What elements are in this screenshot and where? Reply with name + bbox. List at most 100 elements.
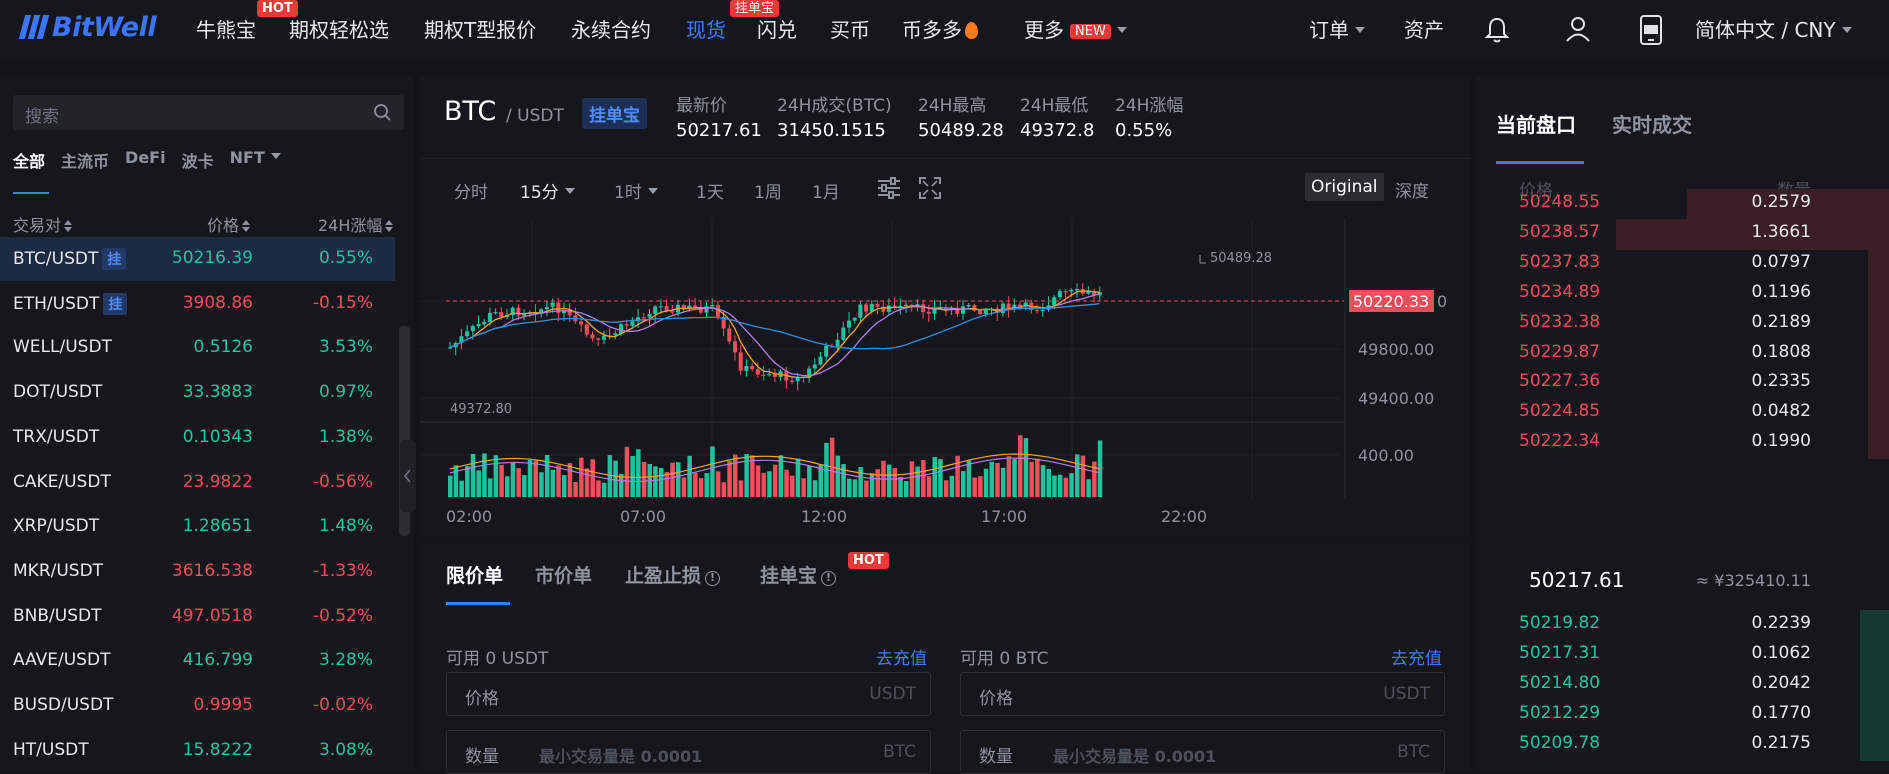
flame-icon (965, 22, 978, 39)
x-tick-label: 07:00 (620, 507, 666, 526)
pair-symbol: BNB/USDT (13, 606, 101, 626)
volume-bar (493, 455, 499, 497)
candlestick-chart[interactable]: 50220.33 0 49800.00 49400.00 400.00 02:0… (420, 159, 1470, 537)
tab-market-order[interactable]: 市价单 (535, 561, 592, 588)
nav-item-perpetual[interactable]: 永续合约 (571, 17, 651, 43)
pair-row[interactable]: XRP/USDT 1.28651 1.48% (0, 505, 395, 549)
high-price-label: 50489.28 (1210, 251, 1272, 266)
nav-item-spot[interactable]: 现货 (686, 17, 726, 43)
user-icon[interactable] (1565, 15, 1591, 43)
pair-row[interactable]: WELL/USDT 0.5126 3.53% (0, 326, 395, 370)
volume-bar (459, 480, 464, 497)
nft-label: NFT (229, 148, 265, 167)
pair-symbol: ETH/USDT 挂 (13, 292, 128, 315)
pair-change: -0.56% (312, 471, 373, 492)
x-tick-label: 17:00 (981, 507, 1027, 526)
stat-24h-volume: 24H成交(BTC) 31450.1515 (777, 91, 892, 141)
sell-price-input[interactable]: 价格 USDT (960, 672, 1445, 716)
bid-quantity: 0.2175 (1751, 733, 1811, 753)
buy-available: 可用 0 USDT (446, 649, 549, 669)
nav-item-options-easy[interactable]: 期权轻松选 (289, 17, 389, 43)
language-currency-selector[interactable]: 简体中文 / CNY (1695, 17, 1852, 43)
pair-price: 0.10343 (182, 426, 253, 447)
buy-deposit-link[interactable]: 去充值 (876, 644, 927, 669)
nav-item-biduoduo[interactable]: 币多多 (902, 17, 978, 43)
tab-defi[interactable]: DeFi (125, 148, 166, 172)
pair-symbol-text: WELL/USDT (13, 337, 112, 358)
pair-symbol-text: XRP/USDT (13, 516, 100, 537)
help-icon[interactable]: ! (821, 571, 837, 586)
tab-polkadot[interactable]: 波卡 (182, 148, 214, 172)
nav-item-swap[interactable]: 闪兑 (757, 17, 797, 43)
bid-price: 50217.31 (1519, 643, 1601, 663)
header-change[interactable]: 24H涨幅 (318, 212, 394, 236)
volume-bar (630, 456, 635, 497)
search-icon[interactable] (373, 103, 392, 122)
pair-row[interactable]: HT/USDT 15.8222 3.08% (0, 729, 395, 773)
pair-row[interactable]: AAVE/USDT 416.799 3.28% (0, 639, 395, 683)
stat-24h-low: 24H最低 49372.8 (1020, 91, 1094, 141)
chevron-down-icon (1355, 27, 1365, 33)
volume-bar (864, 480, 869, 497)
volume-bar (499, 464, 504, 497)
pair-row[interactable]: BNB/USDT 497.0518 -0.52% (0, 595, 395, 639)
tab-orderbook[interactable]: 当前盘口 (1496, 109, 1576, 138)
help-icon[interactable]: ! (705, 571, 721, 586)
ask-row[interactable]: 50222.34 0.1990 (1476, 425, 1889, 461)
bitwell-logo[interactable]: BitWell (18, 11, 157, 43)
bid-price: 50209.78 (1519, 733, 1601, 753)
header-price[interactable]: 价格 (207, 212, 251, 236)
candle-body (619, 324, 623, 334)
candle-body (767, 374, 772, 376)
tab-recent-trades[interactable]: 实时成交 (1612, 109, 1692, 138)
sell-deposit-link[interactable]: 去充值 (1391, 644, 1442, 669)
biduoduo-label: 币多多 (902, 18, 962, 42)
volume-bar (579, 457, 584, 497)
search-input[interactable]: 搜索 (25, 102, 59, 127)
nav-orders[interactable]: 订单 (1309, 17, 1365, 43)
tab-limit-order[interactable]: 限价单 (446, 561, 503, 588)
buy-price-input[interactable]: 价格 USDT (446, 672, 931, 716)
pair-row[interactable]: ETH/USDT 挂 3908.86 -0.15% (0, 282, 395, 326)
nav-item-more[interactable]: 更多 NEW (1024, 17, 1127, 43)
stat-label: 24H涨幅 (1115, 96, 1184, 116)
bid-row[interactable]: 50209.78 0.2175 (1476, 727, 1889, 763)
volume-bar (761, 472, 766, 497)
volume-bar (1069, 473, 1074, 497)
collapse-panel-handle[interactable] (400, 440, 416, 512)
nav-item-niuxiongbao[interactable]: 牛熊宝 (196, 17, 256, 43)
volume-bar (1006, 456, 1012, 497)
bid-quantity: 0.1062 (1751, 643, 1811, 663)
tab-all[interactable]: 全部 (13, 148, 45, 172)
ask-price: 50234.89 (1519, 281, 1601, 302)
gua-tag: 挂 (103, 292, 128, 315)
candle-body (864, 304, 869, 312)
candle-body (653, 306, 658, 315)
ask-price: 50222.34 (1519, 431, 1601, 452)
app-download-icon[interactable] (1638, 14, 1664, 46)
nav-item-buy-crypto[interactable]: 买币 (830, 17, 870, 43)
volume-bar (812, 480, 818, 497)
volume-bar (1046, 468, 1051, 497)
pair-row[interactable]: BTC/USDT 挂 50216.39 0.55% (0, 237, 395, 281)
pair-row[interactable]: CAKE/USDT 23.9822 -0.56% (0, 461, 395, 505)
header-pair[interactable]: 交易对 (13, 212, 73, 236)
market-search[interactable]: 搜索 (13, 95, 404, 130)
bell-icon[interactable] (1484, 16, 1510, 44)
guadanbao-label: 挂单宝 (760, 565, 818, 587)
sell-quantity-input[interactable]: 数量 最小交易量是 0.0001 BTC (960, 730, 1445, 774)
tab-mainstream[interactable]: 主流币 (61, 148, 109, 172)
pair-change: -0.52% (312, 605, 373, 626)
pair-row[interactable]: MKR/USDT 3616.538 -1.33% (0, 550, 395, 594)
pair-change: 3.08% (318, 739, 373, 760)
guadanbao-tag[interactable]: 挂单宝 (582, 98, 647, 129)
buy-quantity-input[interactable]: 数量 最小交易量是 0.0001 BTC (446, 730, 931, 774)
tab-stop-order[interactable]: 止盈止损! (625, 561, 721, 588)
nav-assets[interactable]: 资产 (1404, 17, 1444, 43)
pair-row[interactable]: BUSD/USDT 0.9995 -0.02% (0, 684, 395, 728)
tab-guadanbao[interactable]: 挂单宝! (760, 561, 837, 588)
pair-row[interactable]: TRX/USDT 0.10343 1.38% (0, 416, 395, 460)
tab-nft[interactable]: NFT (230, 148, 281, 172)
pair-row[interactable]: DOT/USDT 33.3883 0.97% (0, 371, 395, 415)
nav-item-options-t-quote[interactable]: 期权T型报价 (424, 17, 536, 43)
